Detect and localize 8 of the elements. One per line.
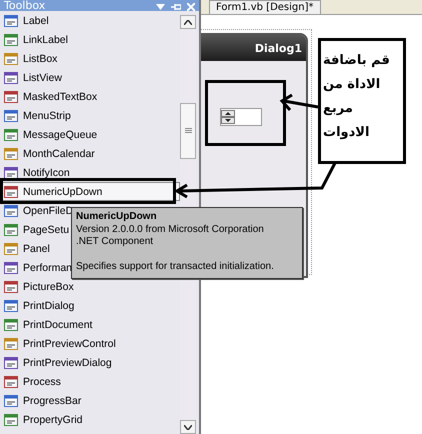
annotation-text: الادوات: [323, 124, 370, 142]
tooltip-text: .NET Component: [76, 236, 154, 248]
form-title: Dialog1: [254, 42, 302, 54]
panel-title: Toolbox: [4, 0, 46, 11]
annotation-text: الاداة من: [323, 76, 380, 94]
tooltip-title: NumericUpDown: [76, 211, 158, 224]
annotation-text: مربع: [323, 100, 353, 118]
annotation-text: قم باضافة: [323, 52, 390, 70]
